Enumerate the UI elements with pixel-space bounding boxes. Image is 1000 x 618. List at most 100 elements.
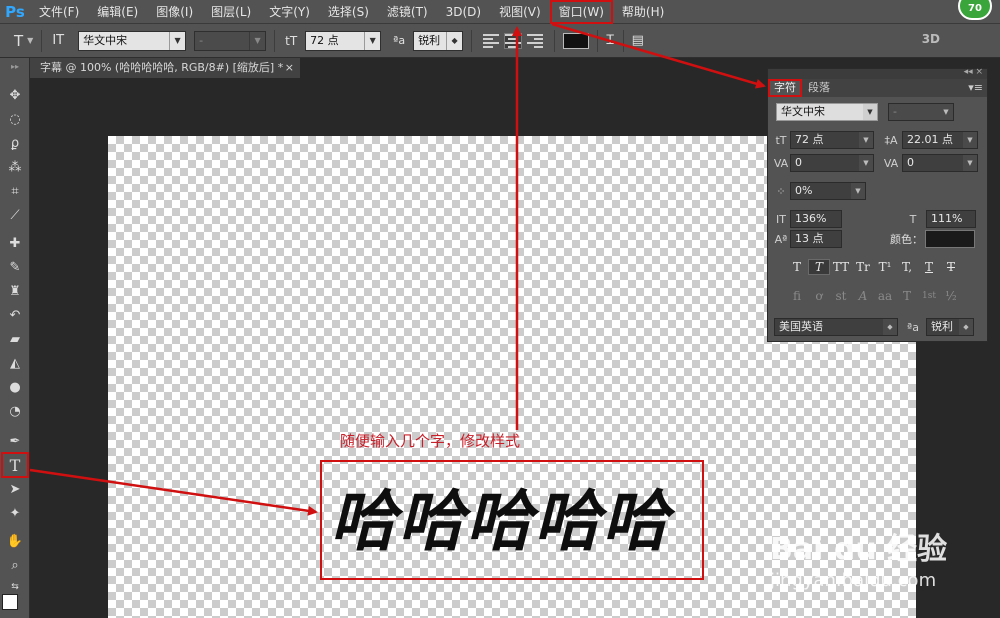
antialias-select[interactable]: 锐利 ◆ <box>413 30 464 51</box>
strikethrough-button[interactable]: T <box>940 260 962 274</box>
path-selection-tool-icon[interactable]: ➤ <box>3 478 27 500</box>
faux-italic-button[interactable]: T <box>808 259 830 275</box>
healing-brush-tool-icon[interactable]: ✚ <box>3 232 27 254</box>
all-caps-button[interactable]: TT <box>830 260 852 274</box>
panel-header: ◂◂ × <box>768 67 987 79</box>
move-tool-icon[interactable]: ✥ <box>3 84 27 106</box>
eyedropper-tool-icon[interactable]: ⟋ <box>3 204 27 226</box>
zoom-tool-icon[interactable]: ⌕ <box>3 554 27 576</box>
faux-bold-button[interactable]: T <box>786 260 808 274</box>
shape-tool-icon[interactable]: ✦ <box>3 502 27 524</box>
scale-row: IT 136% T 111% <box>772 210 976 228</box>
warp-text-icon[interactable]: Ꮖ <box>606 33 615 48</box>
panel-font-size-field[interactable]: 72 点 ▼ <box>790 131 874 149</box>
panel-font-family-select[interactable]: 华文中宋 ▼ <box>776 103 878 121</box>
menu-3d[interactable]: 3D(D) <box>437 0 490 24</box>
titling-alt-button[interactable]: aa <box>874 289 896 303</box>
antialias-value: 锐利 <box>418 33 441 47</box>
horizontal-scale-icon: T <box>909 212 917 226</box>
score-badge: 70 <box>958 0 992 20</box>
color-label: 颜色： <box>890 233 923 246</box>
menu-type[interactable]: 文字(Y) <box>260 0 319 24</box>
kerning-field[interactable]: 0 ▼ <box>790 154 874 172</box>
panel-tabs: 字符 段落 ▾≡ <box>768 79 987 97</box>
history-brush-tool-icon[interactable]: ↶ <box>3 304 27 326</box>
foreground-color-swatch[interactable] <box>2 594 18 610</box>
dodge-tool-icon[interactable]: ◔ <box>3 400 27 422</box>
options-bar: T ▼ IT 华文中宋 ▼ - ▼ tT 72 点 ▼ ªa 锐利 ◆ Ꮖ ▤ … <box>0 24 1000 58</box>
panel-menu-icon[interactable]: ▾≡ <box>968 81 983 94</box>
ordinal-1st-button[interactable]: 1st <box>918 291 940 301</box>
underline-button[interactable]: T <box>918 260 940 274</box>
tsume-icon: ⁘ <box>776 184 786 198</box>
panel-antialias-value: 锐利 <box>931 320 953 333</box>
font-style-value: - <box>199 33 204 47</box>
panel-antialias-select[interactable]: 锐利 ◆ <box>926 318 974 336</box>
font-family-select[interactable]: 华文中宋 ▼ <box>78 30 187 51</box>
crop-tool-icon[interactable]: ⌗ <box>3 180 27 202</box>
menu-file[interactable]: 文件(F) <box>30 0 88 24</box>
menu-view[interactable]: 视图(V) <box>490 0 550 24</box>
stylistic-alt-button[interactable]: st <box>830 289 852 303</box>
ps-logo: Ps <box>5 2 25 21</box>
collapse-panel-icon[interactable]: ◂◂ × <box>964 67 983 77</box>
font-family-value: 华文中宋 <box>83 33 128 47</box>
subscript-button[interactable]: T, <box>896 260 918 274</box>
magic-wand-tool-icon[interactable]: ⁂ <box>3 156 27 178</box>
tracking-field[interactable]: 0 ▼ <box>902 154 978 172</box>
tab-paragraph[interactable]: 段落 <box>802 79 836 97</box>
language-select[interactable]: 美国英语 ◆ <box>774 318 898 336</box>
type-tool-icon[interactable]: T <box>14 32 23 50</box>
leading-field[interactable]: 22.01 点 ▼ <box>902 131 978 149</box>
pen-tool-icon[interactable]: ✒ <box>3 430 27 452</box>
swash-button[interactable]: A <box>852 289 874 303</box>
baseline-shift-field[interactable]: 13 点 <box>790 230 842 248</box>
menu-filter[interactable]: 滤镜(T) <box>378 0 437 24</box>
horizontal-scale-field[interactable]: 111% <box>926 210 976 228</box>
menu-edit[interactable]: 编辑(E) <box>88 0 147 24</box>
menu-image[interactable]: 图像(I) <box>147 0 202 24</box>
align-right-icon[interactable] <box>527 33 544 48</box>
panels-toggle-icon[interactable]: ▤ <box>632 33 644 48</box>
eraser-tool-icon[interactable]: ▰ <box>3 328 27 350</box>
text-orientation-icon[interactable]: IT <box>52 33 64 48</box>
chevron-down-icon: ▼ <box>939 104 953 120</box>
3d-button[interactable]: 3D <box>922 32 940 46</box>
small-caps-button[interactable]: Tr <box>852 260 874 274</box>
panel-font-style-select[interactable]: - ▼ <box>888 103 954 121</box>
align-center-icon[interactable] <box>504 32 523 49</box>
menu-layer[interactable]: 图层(L) <box>202 0 260 24</box>
lasso-tool-icon[interactable]: ϼ <box>3 132 27 154</box>
text-color-swatch[interactable] <box>563 32 590 49</box>
menu-select[interactable]: 选择(S) <box>319 0 378 24</box>
discretionary-ligature-button[interactable]: ơ <box>808 289 830 303</box>
superscript-button[interactable]: T¹ <box>874 260 896 274</box>
brush-tool-icon[interactable]: ✎ <box>3 256 27 278</box>
tool-preset-chevron-icon[interactable]: ▼ <box>27 36 33 45</box>
paint-bucket-tool-icon[interactable]: ◭ <box>3 352 27 374</box>
blur-tool-icon[interactable]: ● <box>3 376 27 398</box>
ordinals-button[interactable]: T <box>896 289 918 303</box>
tsume-field[interactable]: 0% ▼ <box>790 182 866 200</box>
hand-tool-icon[interactable]: ✋ <box>3 530 27 552</box>
align-left-icon[interactable] <box>483 33 500 48</box>
ligature-button[interactable]: fi <box>786 289 808 303</box>
chevron-down-icon: ▼ <box>169 31 185 50</box>
tools-collapse-icon[interactable]: ▸▸ <box>3 62 27 71</box>
font-size-select[interactable]: 72 点 ▼ <box>305 30 382 51</box>
type-tool-icon[interactable]: T <box>1 452 29 478</box>
color-swatch[interactable] <box>925 230 975 248</box>
font-style-select[interactable]: - ▼ <box>194 30 267 51</box>
marquee-tool-icon[interactable]: ◌ <box>3 108 27 130</box>
close-icon[interactable]: × <box>285 58 294 78</box>
menu-help[interactable]: 帮助(H) <box>613 0 673 24</box>
vertical-scale-field[interactable]: 136% <box>790 210 842 228</box>
font-size-icon: tT <box>285 33 298 48</box>
document-tab[interactable]: 字幕 @ 100% (哈哈哈哈哈, RGB/8#) [缩放后] * × <box>30 58 300 78</box>
text-layer[interactable]: 哈哈哈哈哈 <box>330 468 670 564</box>
menu-window[interactable]: 窗口(W) <box>549 0 613 24</box>
tab-character[interactable]: 字符 <box>768 79 802 97</box>
fractions-button[interactable]: ½ <box>940 289 962 303</box>
chevron-down-icon: ▼ <box>863 104 877 120</box>
stamp-tool-icon[interactable]: ♜ <box>3 280 27 302</box>
